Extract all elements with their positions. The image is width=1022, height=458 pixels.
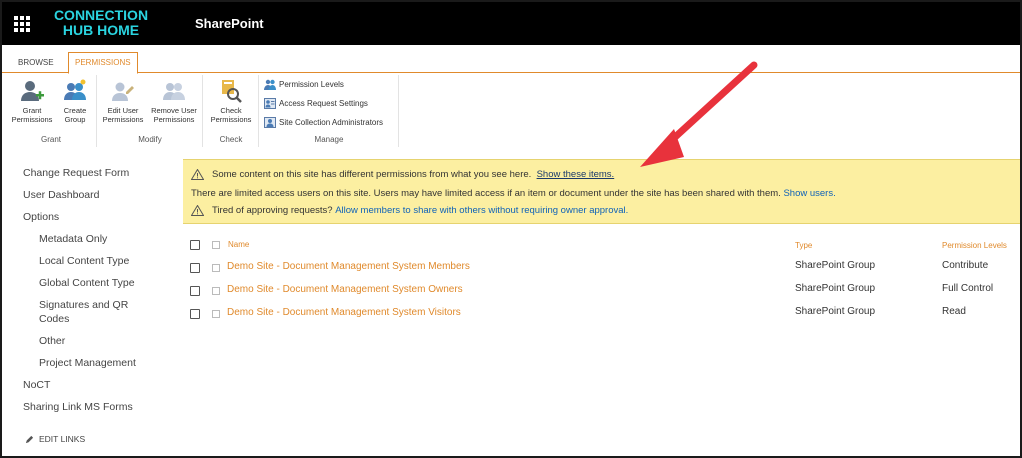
nav-item-local-content-type[interactable]: Local Content Type xyxy=(39,254,129,268)
edit-user-permissions-button[interactable]: Edit User Permissions xyxy=(100,79,146,124)
warning-icon xyxy=(191,169,204,180)
group-permission-level: Full Control xyxy=(942,283,994,294)
site-collection-administrators-button[interactable]: Site Collection Administrators xyxy=(264,116,383,130)
grant-permissions-icon xyxy=(21,81,44,101)
banner-line-3: Tired of approving requests? Allow membe… xyxy=(191,205,628,216)
pencil-icon xyxy=(25,436,34,444)
remove-user-label-2: Permissions xyxy=(153,115,195,124)
remove-user-icon xyxy=(163,83,185,100)
ribbon-tabs: BROWSE PERMISSIONS xyxy=(2,45,1020,74)
group-label-modify: Modify xyxy=(138,135,162,144)
ribbon-group-modify: Edit User Permissions Remove User Permis… xyxy=(98,75,203,147)
access-request-settings-button[interactable]: Access Request Settings xyxy=(264,97,368,111)
nav-item-user-dashboard[interactable]: User Dashboard xyxy=(23,188,99,202)
edit-user-label-2: Permissions xyxy=(102,115,144,124)
annotation-arrow-icon xyxy=(640,61,758,167)
permission-levels-button[interactable]: Permission Levels xyxy=(264,78,344,92)
site-collection-administrators-label: Site Collection Administrators xyxy=(279,118,384,127)
site-logo[interactable]: CONNECTION HUB HOME xyxy=(46,8,156,38)
allow-members-share-link[interactable]: Allow members to share with others witho… xyxy=(335,205,628,216)
grant-permissions-label-1: Grant xyxy=(22,106,42,115)
banner-line-1: Some content on this site has different … xyxy=(191,169,614,180)
group-label-grant: Grant xyxy=(40,135,61,144)
nav-item-metadata-only[interactable]: Metadata Only xyxy=(39,232,107,246)
access-request-icon xyxy=(264,98,276,110)
row-checkbox[interactable] xyxy=(190,286,200,296)
edit-links-label: EDIT LINKS xyxy=(39,434,86,444)
remove-user-label-1: Remove User xyxy=(151,106,197,115)
remove-user-permissions-button[interactable]: Remove User Permissions xyxy=(148,79,200,124)
check-permissions-label-1: Check xyxy=(220,106,242,115)
check-permissions-button[interactable]: Check Permissions xyxy=(208,79,254,124)
column-header-name[interactable]: Name xyxy=(228,240,249,249)
row-item-checkbox xyxy=(212,264,220,272)
banner-line-2: There are limited access users on this s… xyxy=(191,188,836,199)
warning-icon xyxy=(191,205,204,216)
ribbon: Grant Permissions Create Group Grant Edi… xyxy=(2,73,1020,149)
nav-item-global-content-type[interactable]: Global Content Type xyxy=(39,276,135,290)
group-permission-level: Read xyxy=(942,306,966,317)
show-these-items-link[interactable]: Show these items. xyxy=(537,169,615,180)
tab-browse[interactable]: BROWSE xyxy=(12,54,60,72)
create-group-button[interactable]: Create Group xyxy=(58,79,92,124)
banner-line2-text: There are limited access users on this s… xyxy=(191,188,781,199)
brand-line2: HUB HOME xyxy=(62,22,140,38)
group-type: SharePoint Group xyxy=(795,260,876,271)
edit-user-icon xyxy=(112,82,134,101)
permission-levels-label: Permission Levels xyxy=(279,80,344,89)
nav-item-signatures-qr-codes[interactable]: Signatures and QR Codes xyxy=(39,298,139,326)
row-checkbox[interactable] xyxy=(190,309,200,319)
group-name-link[interactable]: Demo Site - Document Management System V… xyxy=(227,307,461,318)
edit-user-label-1: Edit User xyxy=(107,106,139,115)
brand-line1: CONNECTION xyxy=(53,7,149,23)
row-item-checkbox xyxy=(212,310,220,318)
group-name-link[interactable]: Demo Site - Document Management System O… xyxy=(227,284,463,295)
permission-levels-icon xyxy=(264,80,276,91)
grant-permissions-label-2: Permissions xyxy=(11,115,53,124)
row-checkbox[interactable] xyxy=(190,263,200,273)
permissions-warning-banner: Some content on this site has different … xyxy=(183,159,1020,224)
create-group-icon xyxy=(64,79,86,100)
nav-item-change-request-form[interactable]: Change Request Form xyxy=(23,166,129,180)
grant-permissions-button[interactable]: Grant Permissions xyxy=(10,79,54,124)
show-users-link[interactable]: Show users. xyxy=(783,188,835,199)
app-window: CONNECTION HUB HOME SharePoint BROWSE PE… xyxy=(0,0,1022,458)
banner-line1-text: Some content on this site has different … xyxy=(212,169,532,181)
nav-item-options[interactable]: Options xyxy=(23,210,59,224)
access-request-settings-label: Access Request Settings xyxy=(279,99,368,108)
app-launcher-icon[interactable] xyxy=(14,16,30,32)
nav-item-project-management[interactable]: Project Management xyxy=(39,356,136,370)
check-permissions-icon xyxy=(222,80,242,103)
create-group-label-1: Create xyxy=(63,106,87,115)
nav-item-noct[interactable]: NoCT xyxy=(23,378,50,392)
group-label-manage: Manage xyxy=(314,135,344,144)
edit-links-button[interactable]: EDIT LINKS xyxy=(25,432,85,446)
row-item-checkbox xyxy=(212,287,220,295)
group-type: SharePoint Group xyxy=(795,283,876,294)
group-label-check: Check xyxy=(219,135,243,144)
nav-item-sharing-link-ms-forms[interactable]: Sharing Link MS Forms xyxy=(23,400,133,414)
create-group-label-2: Group xyxy=(64,115,86,124)
tab-permissions[interactable]: PERMISSIONS xyxy=(68,52,138,74)
select-all-checkbox[interactable] xyxy=(190,240,200,250)
group-permission-level: Contribute xyxy=(942,260,989,271)
check-permissions-label-2: Permissions xyxy=(210,115,252,124)
column-header-type[interactable]: Type xyxy=(795,241,812,250)
banner-line3-text: Tired of approving requests? xyxy=(212,205,333,217)
suite-bar: CONNECTION HUB HOME SharePoint xyxy=(2,2,1020,45)
group-type: SharePoint Group xyxy=(795,306,876,317)
ribbon-group-grant: Grant Permissions Create Group Grant xyxy=(6,75,97,147)
suite-title[interactable]: SharePoint xyxy=(195,16,264,31)
site-admins-icon xyxy=(264,117,276,129)
group-name-link[interactable]: Demo Site - Document Management System M… xyxy=(227,261,470,272)
header-item-checkbox xyxy=(212,241,220,249)
ribbon-group-check: Check Permissions Check xyxy=(204,75,259,147)
column-header-permission-levels[interactable]: Permission Levels xyxy=(942,241,1007,250)
nav-item-other[interactable]: Other xyxy=(39,334,65,348)
